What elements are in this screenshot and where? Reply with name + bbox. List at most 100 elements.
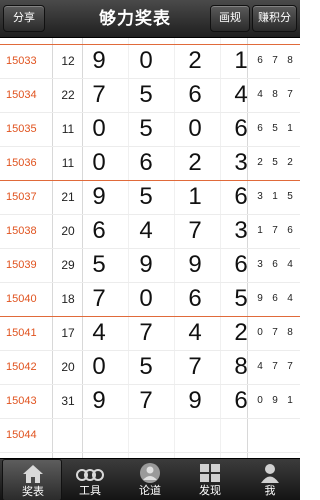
- digit-sum: 21: [61, 190, 75, 204]
- extra-digit: 1: [272, 191, 278, 202]
- table-row[interactable]: 15038 20 6 4 7 3 1 7 6: [0, 214, 300, 248]
- extra-digit: 7: [287, 89, 293, 100]
- draw-digit: 0: [92, 353, 106, 380]
- forum-icon: [120, 462, 180, 484]
- table-row[interactable]: 15042 20 0 5 7 8 4 7 7: [0, 350, 300, 384]
- issue-number: 15042: [6, 361, 37, 373]
- tab-discover[interactable]: 发现: [180, 459, 240, 500]
- digit-sum: 22: [61, 88, 75, 102]
- table-row[interactable]: 15041 17 4 7 4 2 0 7 8: [0, 316, 300, 350]
- issue-number: 15033: [6, 55, 37, 67]
- table-row[interactable]: 15040 18 7 0 6 5 9 6 4: [0, 282, 300, 316]
- earn-points-button[interactable]: 赚积分: [252, 5, 297, 32]
- issue-number: 15039: [6, 259, 37, 271]
- draw-digit: [226, 418, 256, 452]
- draw-digit: 2: [188, 47, 202, 74]
- draw-digit: 0: [188, 115, 202, 142]
- draw-digit: 3: [234, 149, 248, 176]
- tab-label: 发现: [199, 485, 221, 497]
- table-row[interactable]: 15036 11 0 6 2 3 2 5 2: [0, 146, 300, 180]
- table-row[interactable]: 15033 12 9 0 2 1 6 7 8: [0, 44, 300, 78]
- draw-digit: 5: [139, 81, 153, 108]
- draw-digit: 7: [92, 81, 106, 108]
- draw-digit: 0: [92, 115, 106, 142]
- draw-digit: [84, 418, 114, 452]
- digit-sum: 11: [61, 156, 75, 170]
- draw-digit: 3: [234, 217, 248, 244]
- extra-digit: 6: [272, 259, 278, 270]
- extra-digit: 1: [287, 395, 293, 406]
- draw-digit: 7: [139, 319, 153, 346]
- tab-label: 工具: [79, 485, 101, 497]
- draw-digit: 0: [139, 47, 153, 74]
- draw-digit: 6: [234, 115, 248, 142]
- draw-digit: 7: [139, 387, 153, 414]
- draw-digit: 9: [139, 251, 153, 278]
- table-row[interactable]: 15034 22 7 5 6 4 4 8 7: [0, 78, 300, 112]
- issue-number: 15036: [6, 157, 37, 169]
- tab-prize-table[interactable]: 奖表: [2, 459, 62, 500]
- table-row[interactable]: 15035 11 0 5 0 6 6 5 1: [0, 112, 300, 146]
- extra-digit: 9: [272, 395, 278, 406]
- extra-digit: 7: [272, 55, 278, 66]
- digit-sum: 20: [61, 360, 75, 374]
- issue-number: 15040: [6, 293, 37, 305]
- draw-digit: 9: [188, 387, 202, 414]
- results-table: 15033 12 9 0 2 1 6 7 8 15034 22 7 5 6 4 4 8 7 15035 11 0 5 0 6 6…: [0, 38, 300, 458]
- draw-digit: 5: [139, 115, 153, 142]
- tab-me[interactable]: 我: [240, 459, 300, 500]
- digit-sum: 11: [61, 122, 75, 136]
- extra-digit: 8: [272, 89, 278, 100]
- discover-icon: [180, 462, 240, 484]
- draw-digit: 2: [234, 319, 248, 346]
- drawing-rules-button[interactable]: 画规: [210, 5, 250, 32]
- draw-digit: 5: [139, 183, 153, 210]
- tab-forum[interactable]: 论道: [120, 459, 180, 500]
- draw-digit: 4: [234, 81, 248, 108]
- extra-digit: 6: [257, 55, 263, 66]
- tab-tools[interactable]: 工具: [60, 459, 120, 500]
- draw-digit: [180, 418, 210, 452]
- draw-digit: 6: [234, 387, 248, 414]
- table-row[interactable]: 15039 29 5 9 9 6 3 6 4: [0, 248, 300, 282]
- extra-digit: 4: [287, 293, 293, 304]
- issue-number: 15035: [6, 123, 37, 135]
- home-icon: [3, 463, 63, 485]
- extra-digit: 3: [257, 259, 263, 270]
- issue-number: 15037: [6, 191, 37, 203]
- draw-digit: [131, 418, 161, 452]
- issue-number: 15038: [6, 225, 37, 237]
- table-row[interactable]: 15044: [0, 418, 300, 452]
- tab-label: 论道: [139, 485, 161, 497]
- digit-sum: 29: [61, 258, 75, 272]
- digit-sum: [56, 418, 80, 452]
- extra-digit: 0: [257, 395, 263, 406]
- extra-digit: 8: [287, 327, 293, 338]
- draw-digit: 6: [188, 285, 202, 312]
- row-separator: [0, 452, 300, 453]
- issue-number: 15041: [6, 327, 37, 339]
- extra-digit: 6: [257, 123, 263, 134]
- table-row[interactable]: 15037 21 9 5 1 6 3 1 5: [0, 180, 300, 214]
- extra-digit: 5: [287, 191, 293, 202]
- extra-digit: 3: [257, 191, 263, 202]
- extra-digit: 2: [287, 157, 293, 168]
- page-title: 够力奖表: [99, 9, 171, 28]
- draw-digit: 7: [188, 353, 202, 380]
- extra-digit: 1: [287, 123, 293, 134]
- extra-digit: 4: [287, 259, 293, 270]
- draw-digit: 6: [188, 81, 202, 108]
- digit-sum: 18: [61, 292, 75, 306]
- extra-digit: 0: [257, 327, 263, 338]
- draw-digit: 9: [188, 251, 202, 278]
- draw-digit: 2: [188, 149, 202, 176]
- draw-digit: 6: [139, 149, 153, 176]
- bottom-tab-bar: 奖表 工具 论道 发现 我: [0, 458, 300, 500]
- draw-digit: 0: [92, 149, 106, 176]
- share-button[interactable]: 分享: [3, 5, 45, 32]
- draw-digit: 9: [92, 183, 106, 210]
- draw-digit: 5: [92, 251, 106, 278]
- draw-digit: 4: [188, 319, 202, 346]
- table-row[interactable]: 15043 31 9 7 9 6 0 9 1: [0, 384, 300, 418]
- extra-digit: [253, 418, 267, 452]
